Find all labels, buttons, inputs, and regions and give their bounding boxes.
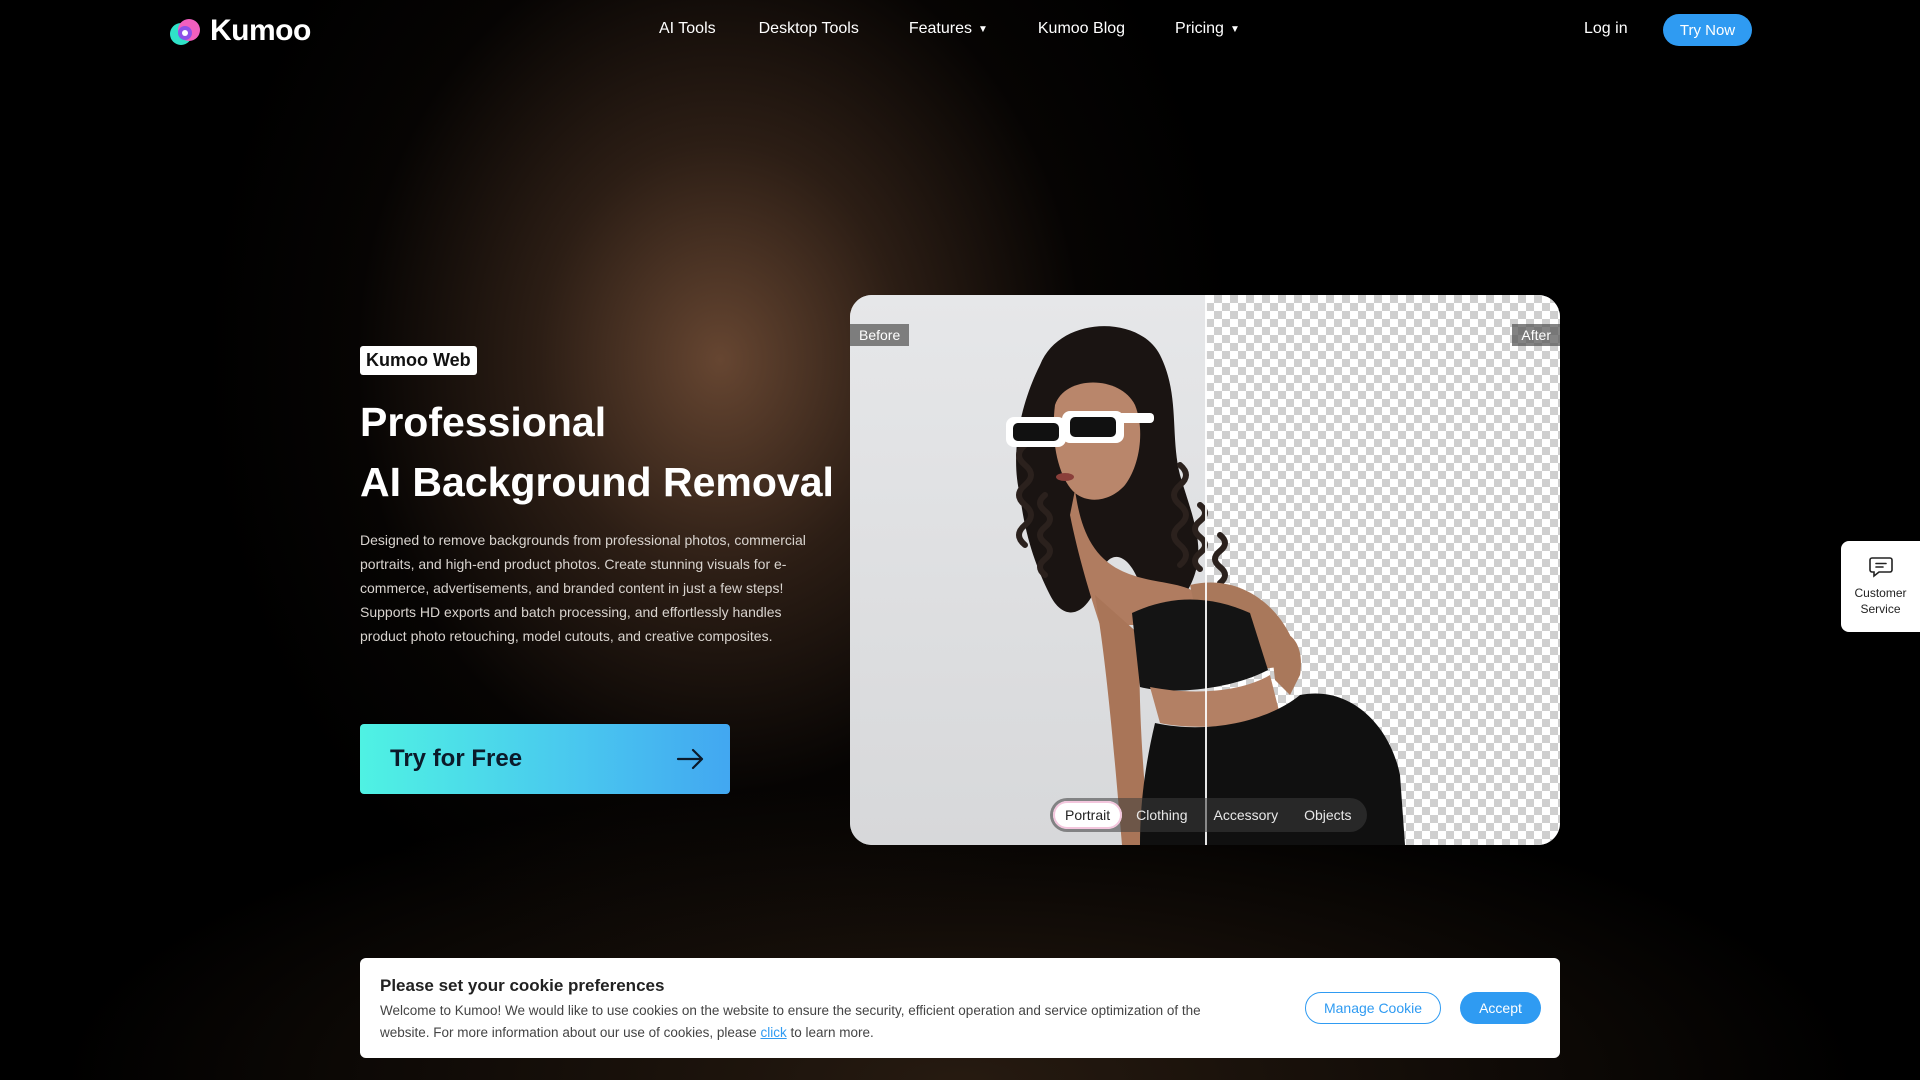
- nav-desktop-tools-label: Desktop Tools: [758, 20, 859, 37]
- description-paragraph-2: Supports HD exports and batch processing…: [360, 604, 782, 644]
- nav-pricing-label: Pricing: [1175, 20, 1224, 37]
- customer-service-line1: Customer: [1854, 586, 1907, 600]
- top-navigation: Kumoo AI Tools Desktop Tools Features ▼ …: [0, 0, 1920, 60]
- cookie-text-after: to learn more.: [786, 1025, 874, 1040]
- brand-logo[interactable]: Kumoo: [168, 14, 311, 48]
- hero-description: Designed to remove backgrounds from prof…: [360, 528, 810, 648]
- tab-clothing[interactable]: Clothing: [1124, 801, 1199, 829]
- title-line-1: Professional: [360, 399, 607, 445]
- cookie-banner: Please set your cookie preferences Welco…: [360, 958, 1560, 1058]
- tab-objects[interactable]: Objects: [1292, 801, 1363, 829]
- tab-portrait[interactable]: Portrait: [1053, 801, 1123, 829]
- nav-desktop-tools[interactable]: Desktop Tools: [759, 20, 859, 38]
- nav-links: AI Tools Desktop Tools Features ▼ Kumoo …: [659, 20, 1240, 38]
- manage-cookie-button[interactable]: Manage Cookie: [1305, 992, 1441, 1024]
- before-after-comparison: Before After Portrait Clothing Accessory…: [850, 295, 1560, 845]
- nav-ai-tools-label: AI Tools: [659, 20, 716, 37]
- nav-pricing[interactable]: Pricing ▼: [1175, 20, 1240, 38]
- product-badge: Kumoo Web: [360, 346, 477, 375]
- brand-name: Kumoo: [210, 14, 311, 47]
- caret-down-icon: ▼: [1229, 23, 1240, 35]
- tab-accessory[interactable]: Accessory: [1202, 801, 1291, 829]
- nav-features[interactable]: Features ▼: [909, 20, 988, 38]
- nav-kumoo-blog-label: Kumoo Blog: [1037, 20, 1126, 37]
- try-now-button[interactable]: Try Now: [1663, 14, 1752, 46]
- kumoo-logo-icon: [170, 19, 200, 45]
- accept-cookie-button[interactable]: Accept: [1460, 992, 1541, 1024]
- nav-kumoo-blog[interactable]: Kumoo Blog: [1038, 20, 1125, 38]
- chat-icon: [1868, 557, 1893, 578]
- compare-divider-handle[interactable]: [1205, 295, 1207, 845]
- after-label: After: [1512, 324, 1560, 346]
- nav-features-label: Features: [908, 20, 972, 37]
- description-paragraph-1: Designed to remove backgrounds from prof…: [360, 532, 806, 596]
- cookie-learn-more-link[interactable]: click: [760, 1025, 786, 1040]
- title-line-2: AI Background Removal: [360, 459, 834, 505]
- caret-down-icon: ▼: [977, 23, 988, 35]
- customer-service-widget[interactable]: Customer Service: [1841, 541, 1920, 632]
- category-tabs: Portrait Clothing Accessory Objects: [1050, 798, 1367, 832]
- cta-label: Try for Free: [390, 745, 523, 772]
- nav-ai-tools[interactable]: AI Tools: [659, 20, 716, 38]
- cookie-text: Welcome to Kumoo! We would like to use c…: [380, 1000, 1240, 1044]
- customer-service-line2: Service: [1860, 602, 1901, 616]
- arrow-right-icon: [676, 748, 704, 770]
- login-link[interactable]: Log in: [1584, 20, 1628, 38]
- cookie-title: Please set your cookie preferences: [380, 976, 665, 995]
- page-title: Professional AI Background Removal: [360, 392, 834, 512]
- try-for-free-button[interactable]: Try for Free: [360, 724, 730, 794]
- customer-service-label: Customer Service: [1854, 585, 1906, 617]
- before-label: Before: [850, 324, 910, 346]
